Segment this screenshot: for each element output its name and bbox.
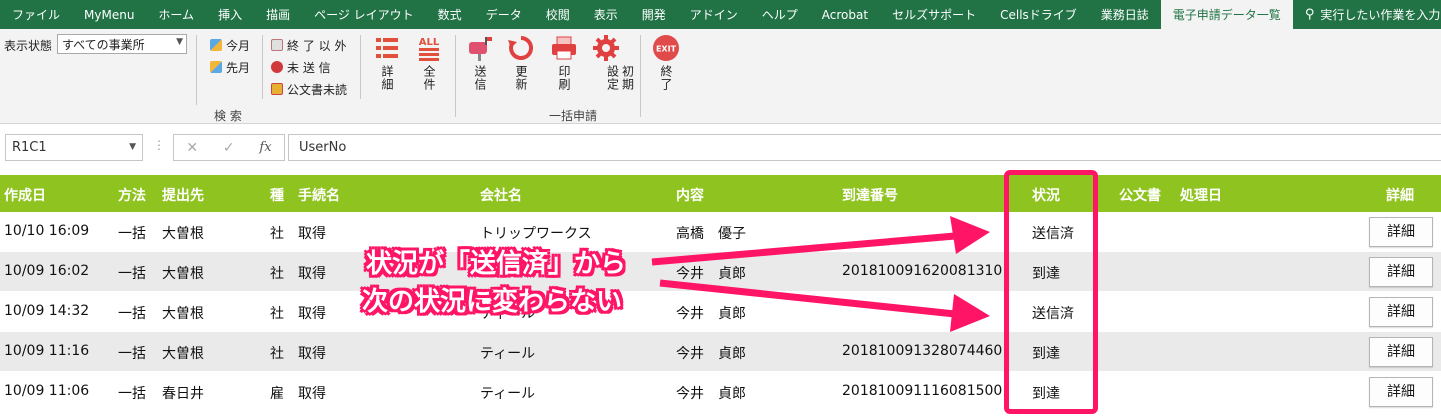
annotation-line2: 次の状況に変わらない (362, 287, 623, 317)
arrow-head-2 (950, 294, 990, 332)
arrow-to-row1 (651, 232, 956, 266)
arrow-head-1 (950, 216, 990, 254)
annotation-arrows (651, 216, 990, 332)
arrow-to-row3 (659, 279, 956, 318)
annotation-line1: 状況が「送信済」から (366, 249, 627, 279)
